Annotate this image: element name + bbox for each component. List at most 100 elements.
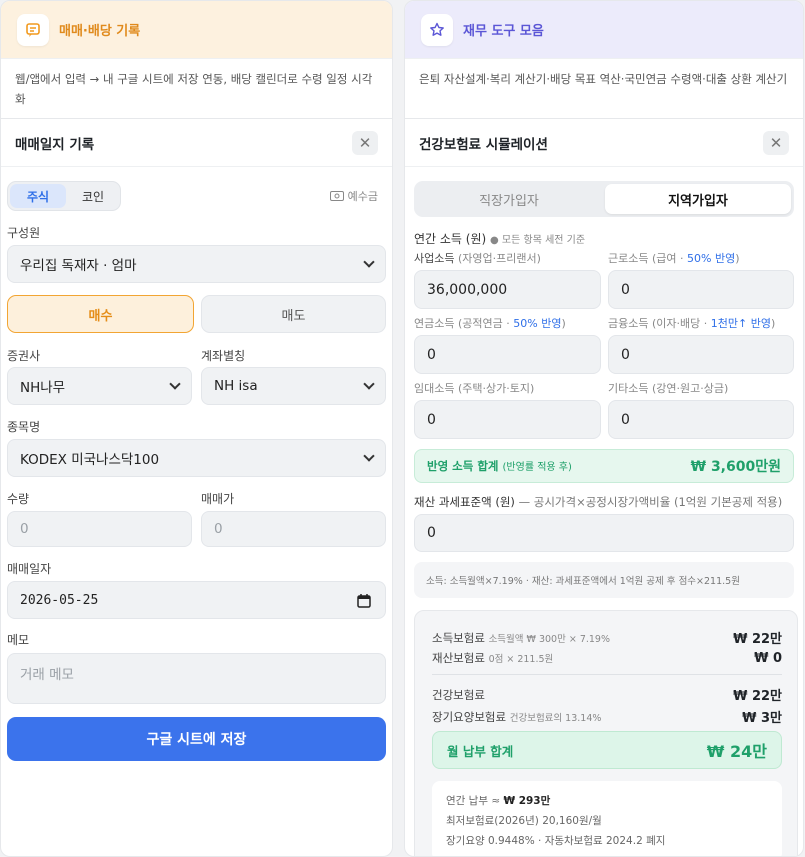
broker-value: NH나무	[20, 380, 66, 396]
sim-close-button[interactable]: ✕	[763, 130, 789, 155]
ltc-ins-detail: 건강보험료의 13.14%	[509, 712, 602, 724]
pension-income-value: 0	[427, 346, 436, 363]
buy-button[interactable]: 매수	[7, 295, 194, 333]
broker-label: 증권사	[7, 349, 41, 363]
income-heading: 연간 소득 (원) ● 모든 항목 세전 기준	[414, 230, 585, 247]
income-ins-label-wrap: 소득보험료 소득월액 ₩ 300만 × 7.19%	[432, 630, 610, 646]
tools-card-header: 재무 도구 모음	[405, 1, 803, 59]
ticker-label: 종목명	[7, 420, 41, 434]
work-income-close: )	[735, 252, 740, 265]
member-select[interactable]: 우리집 독재자 · 엄마	[7, 245, 386, 283]
annual-label: 연간 납부 ≈	[446, 795, 504, 807]
income-ins-value: ₩ 22만	[733, 632, 782, 647]
memo-placeholder: 거래 메모	[20, 667, 74, 683]
fin-income-sub: (이자·배당 ·	[651, 317, 711, 330]
tab-coin[interactable]: 코인	[66, 184, 120, 208]
calendar-icon[interactable]	[357, 594, 371, 608]
account-select[interactable]: NH isa	[201, 367, 386, 405]
broker-select[interactable]: NH나무	[7, 367, 192, 405]
income-sum-label-text: 반영 소득 합계	[427, 459, 499, 473]
rent-income-sub: (주택·상가·토지)	[457, 382, 535, 395]
biz-income-label-text: 사업소득	[414, 252, 455, 265]
date-input[interactable]: 2026-05-25	[7, 581, 386, 619]
sell-label: 매도	[281, 308, 306, 324]
income-heading-text: 연간 소득 (원)	[414, 232, 487, 246]
ticker-value: KODEX 미국나스닥100	[20, 452, 160, 468]
property-heading-text: 재산 과세표준액 (원)	[414, 495, 515, 509]
rent-income-label-text: 임대소득	[414, 382, 455, 395]
biz-income-sub: (자영업·프리랜서)	[457, 252, 541, 265]
tab-regional[interactable]: 지역가입자	[605, 184, 791, 214]
close-icon: ✕	[358, 133, 372, 152]
date-label: 매매일자	[7, 562, 52, 576]
income-sum-sub: (반영률 적용 후)	[502, 462, 572, 473]
ltc-ins-value: ₩ 3만	[742, 711, 782, 726]
pension-income-label-text: 연금소득	[414, 317, 455, 330]
rent-income-label: 임대소득 (주택·상가·토지)	[414, 380, 534, 396]
tab-employee[interactable]: 직장가입자	[416, 184, 602, 214]
sell-button[interactable]: 매도	[201, 295, 386, 333]
tab-coin-label: 코인	[81, 189, 105, 204]
price-placeholder: 0	[214, 521, 223, 537]
income-note: ● 모든 항목 세전 기준	[490, 235, 586, 246]
ltc-note-line: 장기요양 0.9448% · 자동차보험료 2024.2 폐지	[446, 835, 666, 847]
tab-stock-label: 주식	[26, 189, 50, 204]
cash-button[interactable]: 예수금	[329, 188, 378, 204]
ltc-ins-label-wrap: 장기요양보험료 건강보험료의 13.14%	[432, 709, 601, 725]
fin-income-ratio: 1천만↑ 반영	[710, 317, 771, 330]
work-income-sub: (급여 ·	[651, 252, 688, 265]
property-ins-detail: 0점 × 211.5원	[488, 654, 554, 665]
price-input[interactable]: 0	[201, 511, 386, 547]
income-ins-label: 소득보험료	[432, 630, 485, 645]
account-value: NH isa	[214, 378, 258, 394]
work-income-input[interactable]: 0	[608, 270, 794, 309]
chevron-down-icon	[363, 256, 375, 268]
sim-title: 건강보험료 시뮬레이션	[419, 136, 548, 153]
sim-header: 건강보험료 시뮬레이션 ✕	[405, 119, 803, 167]
tools-card-description: 은퇴 자산설계·복리 계산기·배당 목표 역산·국민연금 수령액·대출 상환 계…	[405, 59, 803, 119]
trade-form-close-button[interactable]: ✕	[352, 130, 378, 155]
formula-note: 소득: 소득월액×7.19% · 재산: 과세표준액에서 1억원 공제 후 점수…	[426, 576, 740, 587]
chevron-down-icon	[169, 378, 181, 390]
fin-income-input[interactable]: 0	[608, 335, 794, 374]
other-income-label: 기타소득 (강연·원고·상금)	[608, 380, 728, 396]
memo-textarea[interactable]: 거래 메모	[7, 653, 386, 704]
ticker-select[interactable]: KODEX 미국나스닥100	[7, 439, 386, 477]
health-ins-label: 건강보험료	[432, 687, 485, 702]
result-divider	[432, 674, 782, 675]
save-to-sheet-button[interactable]: 구글 시트에 저장	[7, 717, 386, 761]
property-ins-row: 재산보험료 0점 × 211.5원 ₩ 0	[432, 650, 782, 666]
min-ins-line: 최저보험료(2026년) 20,160원/월	[446, 815, 602, 827]
qty-label: 수량	[7, 492, 30, 506]
memo-icon	[17, 13, 49, 46]
close-icon: ✕	[769, 133, 783, 152]
monthly-total-box: 월 납부 합계 ₩ 24만	[432, 731, 782, 769]
work-income-value: 0	[621, 281, 630, 298]
chevron-down-icon	[363, 450, 375, 462]
work-income-label: 근로소득 (급여 · 50% 반영)	[608, 250, 740, 266]
monthly-total-value: ₩ 24만	[706, 742, 767, 761]
account-label: 계좌별칭	[201, 349, 246, 363]
biz-income-input[interactable]: 36,000,000	[414, 270, 601, 309]
tools-card-title: 재무 도구 모음	[463, 24, 544, 39]
trade-record-card: 매매·배당 기록 웹/앱에서 입력 → 내 구글 시트에 저장 연동, 배당 캘…	[0, 0, 393, 857]
qty-placeholder: 0	[20, 521, 29, 537]
date-value: 2026-05-25	[20, 592, 99, 608]
tab-stock[interactable]: 주식	[10, 184, 66, 208]
property-note: — 공시가격×공정시장가액비율 (1억원 기본공제 적용)	[518, 495, 783, 509]
rent-income-value: 0	[427, 411, 436, 428]
buy-label: 매수	[88, 308, 113, 324]
pension-income-input[interactable]: 0	[414, 335, 601, 374]
annual-box: 연간 납부 ≈ ₩ 293만 최저보험료(2026년) 20,160원/월 장기…	[432, 781, 782, 856]
annual-value: ₩ 293만	[503, 795, 551, 807]
cash-label: 예수금	[347, 190, 378, 203]
trade-card-header: 매매·배당 기록	[1, 1, 392, 59]
property-input[interactable]: 0	[414, 514, 794, 552]
rent-income-input[interactable]: 0	[414, 400, 601, 439]
tab-employee-label: 직장가입자	[479, 193, 539, 209]
fin-income-value: 0	[621, 346, 630, 363]
tab-regional-label: 지역가입자	[668, 193, 728, 209]
other-income-input[interactable]: 0	[608, 400, 794, 439]
ltc-ins-row: 장기요양보험료 건강보험료의 13.14% ₩ 3만	[432, 707, 782, 727]
qty-input[interactable]: 0	[7, 511, 192, 547]
